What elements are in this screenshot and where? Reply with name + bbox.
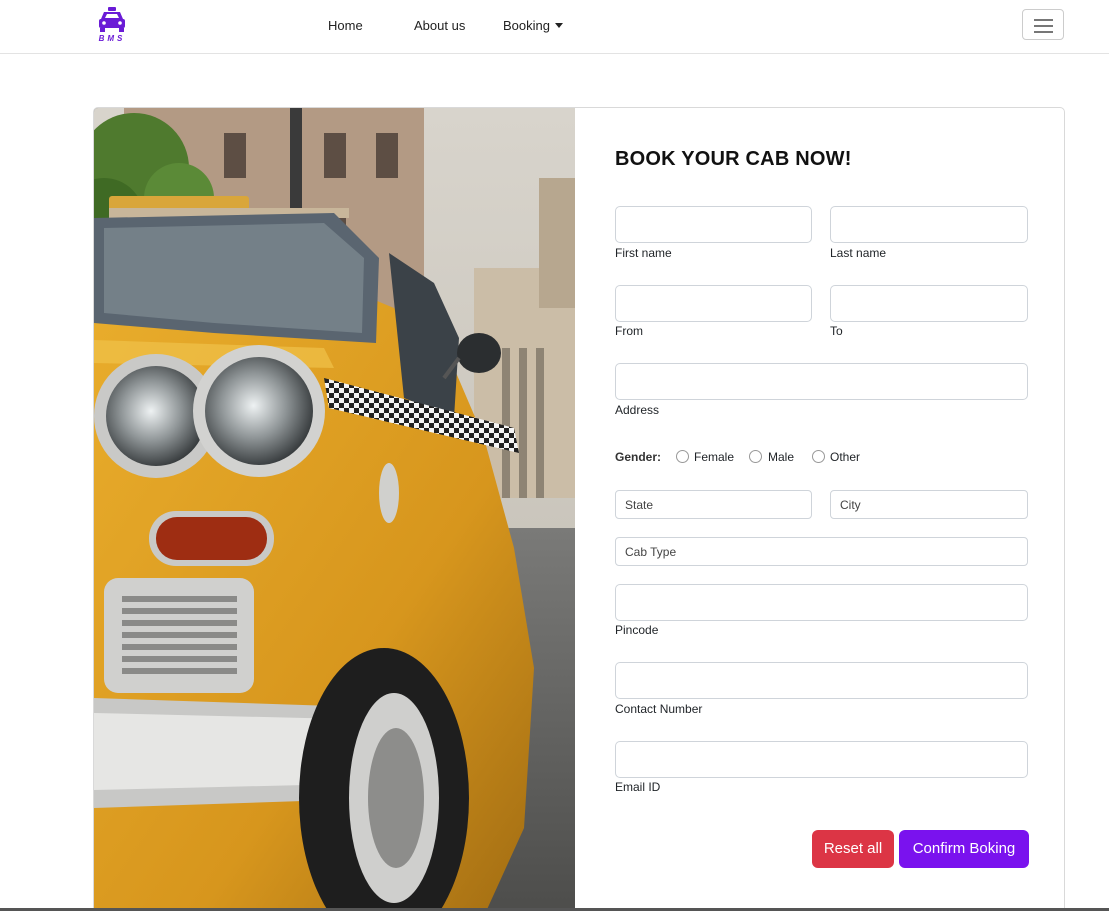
first-name-input[interactable] xyxy=(615,206,812,243)
caret-down-icon xyxy=(554,23,563,28)
nav-booking-dropdown[interactable]: Booking xyxy=(503,18,563,33)
to-input[interactable] xyxy=(830,285,1028,322)
nav-about-us[interactable]: About us xyxy=(414,18,465,33)
email-input[interactable] xyxy=(615,741,1028,778)
pincode-label: Pincode xyxy=(615,623,659,637)
from-input[interactable] xyxy=(615,285,812,322)
pincode-input[interactable] xyxy=(615,584,1028,621)
reset-all-button[interactable]: Reset all xyxy=(812,830,894,868)
gender-male-label: Male xyxy=(768,450,795,464)
brand-logo[interactable]: BMS xyxy=(92,6,132,44)
address-input[interactable] xyxy=(615,363,1028,400)
gender-female-label: Female xyxy=(694,450,735,464)
contact-number-label: Contact Number xyxy=(615,702,703,716)
last-name-label: Last name xyxy=(830,246,887,260)
confirm-booking-button[interactable]: Confirm Boking xyxy=(899,830,1029,868)
cab-type-select[interactable]: Cab Type xyxy=(615,537,1028,566)
taxi-icon xyxy=(99,7,125,32)
to-label: To xyxy=(830,324,843,338)
nav-home[interactable]: Home xyxy=(328,18,363,33)
booking-card: BOOK YOUR CAB NOW! First name Last name … xyxy=(93,107,1065,911)
last-name-input[interactable] xyxy=(830,206,1028,243)
nav-booking-label: Booking xyxy=(503,18,550,33)
gender-other-label: Other xyxy=(830,450,861,464)
email-label: Email ID xyxy=(615,780,661,794)
navbar-toggler-button[interactable] xyxy=(1022,9,1064,40)
taxi-photo xyxy=(94,108,575,911)
gender-label: Gender: xyxy=(615,450,662,464)
gender-other-radio[interactable] xyxy=(812,450,825,463)
address-label: Address xyxy=(615,403,660,417)
gender-male-radio[interactable] xyxy=(749,450,762,463)
logo-text: BMS xyxy=(98,34,126,43)
state-select[interactable]: State xyxy=(615,490,812,519)
city-select[interactable]: City xyxy=(830,490,1028,519)
form-title: BOOK YOUR CAB NOW! xyxy=(615,148,852,170)
from-label: From xyxy=(615,324,643,338)
gender-female-radio[interactable] xyxy=(676,450,689,463)
contact-number-input[interactable] xyxy=(615,662,1028,699)
first-name-label: First name xyxy=(615,246,672,260)
top-navbar: BMS Home About us Booking xyxy=(0,0,1109,54)
